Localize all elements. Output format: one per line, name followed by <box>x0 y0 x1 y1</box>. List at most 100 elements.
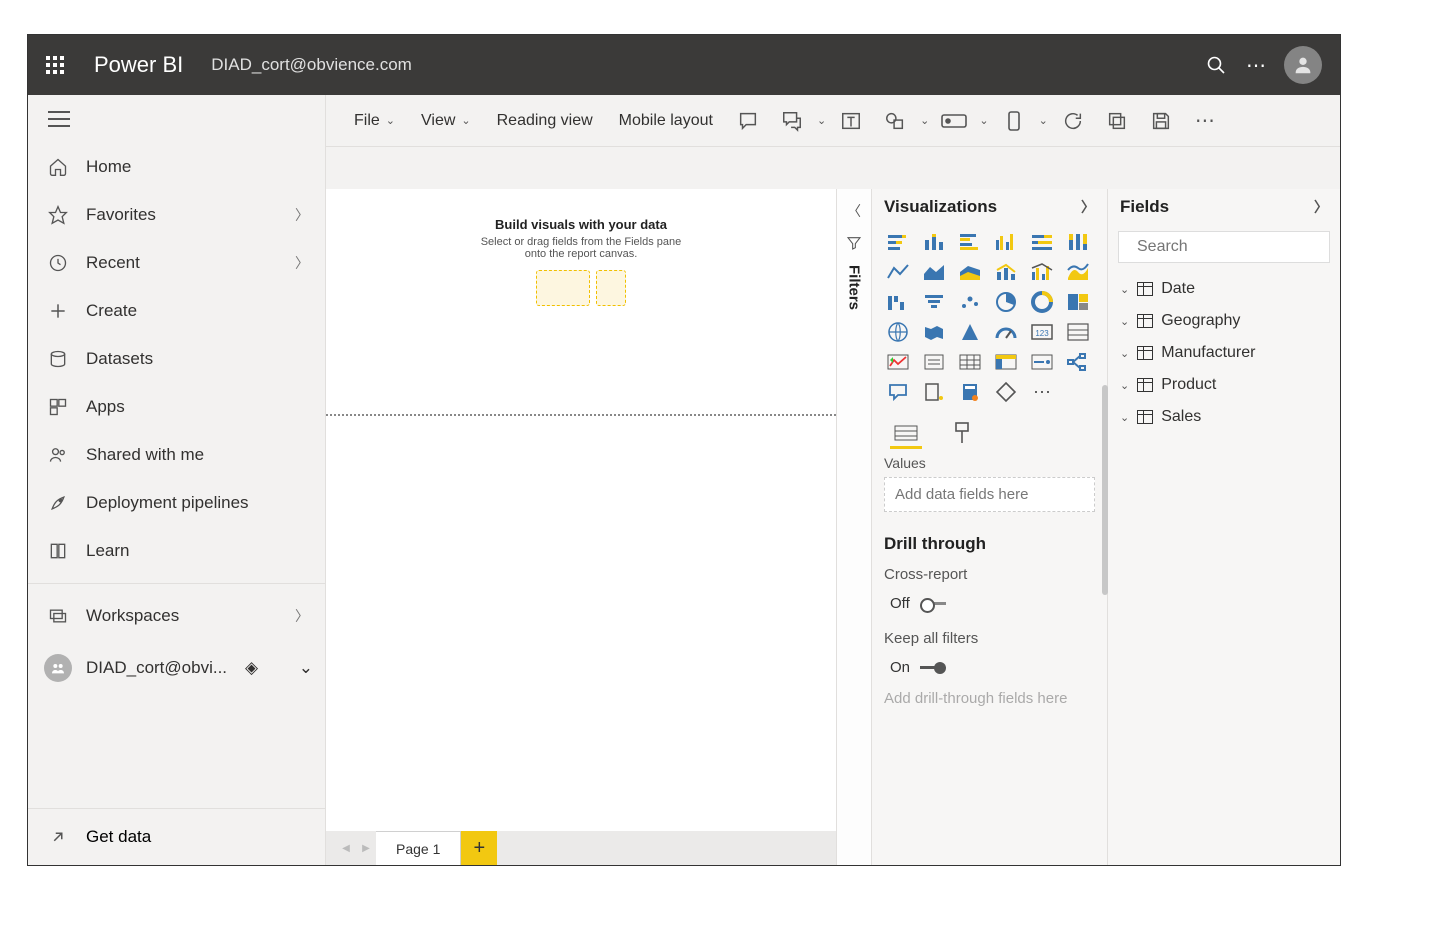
matrix-icon[interactable] <box>990 349 1022 375</box>
line-stacked-column-icon[interactable] <box>990 259 1022 285</box>
r-visual-icon[interactable] <box>1026 349 1058 375</box>
nav-toggle-button[interactable] <box>28 95 325 143</box>
current-workspace[interactable]: DIAD_cort@obvi... ◈ ⌄ <box>28 640 325 696</box>
textbox-icon[interactable] <box>832 102 870 140</box>
cross-report-toggle[interactable]: Off <box>872 591 1107 622</box>
values-dropzone[interactable]: Add data fields here <box>884 477 1095 512</box>
fields-search-input[interactable] <box>1137 238 1344 256</box>
button-icon[interactable] <box>935 102 973 140</box>
page-tab-1[interactable]: Page 1 <box>376 831 461 865</box>
clustered-bar-icon[interactable] <box>954 229 986 255</box>
mobile-layout-button[interactable]: Mobile layout <box>609 104 723 138</box>
save-icon[interactable] <box>1142 102 1180 140</box>
nav-favorites[interactable]: Favorites 〉 <box>28 191 325 239</box>
nav-pipelines[interactable]: Deployment pipelines <box>28 479 325 527</box>
refresh-icon[interactable] <box>1054 102 1092 140</box>
line-chart-icon[interactable] <box>882 259 914 285</box>
diamond-icon: ◈ <box>245 658 258 678</box>
area-chart-icon[interactable] <box>918 259 950 285</box>
chat-chart-icon[interactable] <box>773 102 811 140</box>
menu-view-label: View <box>421 112 455 130</box>
chevron-right-icon[interactable]: 〉 <box>1081 197 1095 217</box>
field-table-date[interactable]: ⌄Date <box>1108 273 1340 305</box>
funnel-icon[interactable] <box>918 289 950 315</box>
reading-view-button[interactable]: Reading view <box>487 104 603 138</box>
drill-fields-dropzone[interactable]: Add drill-through fields here <box>884 686 1095 707</box>
more-icon[interactable]: ⋯ <box>1236 45 1276 85</box>
field-table-sales[interactable]: ⌄Sales <box>1108 401 1340 433</box>
treemap-icon[interactable] <box>1062 289 1094 315</box>
account-label: DIAD_cort@obvience.com <box>211 55 412 75</box>
gauge-icon[interactable] <box>990 319 1022 345</box>
waterfall-icon[interactable] <box>882 289 914 315</box>
nav-workspaces[interactable]: Workspaces 〉 <box>28 592 325 640</box>
pie-icon[interactable] <box>990 289 1022 315</box>
toolbar-more-icon[interactable]: ⋯ <box>1186 102 1224 140</box>
chevron-right-icon[interactable]: 〉 <box>1314 197 1328 217</box>
shapes-icon[interactable] <box>876 102 914 140</box>
chevron-down-icon[interactable]: ⌄ <box>817 114 826 127</box>
menu-file-label: File <box>354 112 380 130</box>
fields-tab[interactable] <box>890 419 922 449</box>
line-clustered-column-icon[interactable] <box>1026 259 1058 285</box>
nav-home[interactable]: Home <box>28 143 325 191</box>
visual-icon[interactable] <box>995 102 1033 140</box>
app-launcher-icon[interactable] <box>46 56 64 74</box>
search-icon[interactable] <box>1196 45 1236 85</box>
python-visual-icon[interactable] <box>990 379 1022 405</box>
comment-icon[interactable] <box>729 102 767 140</box>
field-table-manufacturer[interactable]: ⌄Manufacturer <box>1108 337 1340 369</box>
get-more-visuals-icon[interactable]: ⋯ <box>1026 379 1058 405</box>
nav-learn[interactable]: Learn <box>28 527 325 575</box>
nav-recent[interactable]: Recent 〉 <box>28 239 325 287</box>
table-icon <box>1137 346 1153 360</box>
stacked-column-icon[interactable] <box>918 229 950 255</box>
kpi-icon[interactable] <box>882 349 914 375</box>
table-icon[interactable] <box>954 349 986 375</box>
card-icon[interactable]: 123 <box>1026 319 1058 345</box>
donut-icon[interactable] <box>1026 289 1058 315</box>
chevron-down-icon[interactable]: ⌄ <box>979 114 988 127</box>
scatter-icon[interactable] <box>954 289 986 315</box>
nav-create[interactable]: Create <box>28 287 325 335</box>
report-canvas[interactable]: Build visuals with your data Select or d… <box>326 189 836 416</box>
user-avatar[interactable] <box>1284 46 1322 84</box>
chevron-down-icon[interactable]: ⌄ <box>920 114 929 127</box>
format-tab[interactable] <box>946 419 978 449</box>
chevron-down-icon[interactable]: ⌄ <box>1039 114 1048 127</box>
nav-datasets[interactable]: Datasets <box>28 335 325 383</box>
qna-icon[interactable] <box>882 379 914 405</box>
paginated-report-icon[interactable] <box>954 379 986 405</box>
decomposition-tree-icon[interactable] <box>1062 349 1094 375</box>
duplicate-icon[interactable] <box>1098 102 1136 140</box>
fields-search[interactable] <box>1118 231 1330 263</box>
nav-get-data[interactable]: Get data <box>28 808 325 865</box>
add-page-button[interactable]: + <box>461 831 497 865</box>
page-prev-button[interactable]: ◀ <box>336 838 356 858</box>
nav-shared[interactable]: Shared with me <box>28 431 325 479</box>
clustered-column-icon[interactable] <box>990 229 1022 255</box>
field-table-geography[interactable]: ⌄Geography <box>1108 305 1340 337</box>
nav-apps[interactable]: Apps <box>28 383 325 431</box>
nav-workspaces-label: Workspaces <box>86 606 179 626</box>
chevron-right-icon: 〉 <box>295 253 309 273</box>
azure-map-icon[interactable] <box>954 319 986 345</box>
field-table-product[interactable]: ⌄Product <box>1108 369 1340 401</box>
home-icon <box>48 157 68 177</box>
filled-map-icon[interactable] <box>918 319 950 345</box>
hundred-stacked-column-icon[interactable] <box>1062 229 1094 255</box>
slicer-icon[interactable] <box>918 349 950 375</box>
page-next-button[interactable]: ▶ <box>356 838 376 858</box>
filters-pane-collapsed[interactable]: 〈 Filters <box>836 189 872 865</box>
ribbon-chart-icon[interactable] <box>1062 259 1094 285</box>
key-influencers-icon[interactable] <box>918 379 950 405</box>
menu-view[interactable]: View⌄ <box>411 104 481 138</box>
hundred-stacked-bar-icon[interactable] <box>1026 229 1058 255</box>
stacked-area-icon[interactable] <box>954 259 986 285</box>
menu-file[interactable]: File⌄ <box>344 104 405 138</box>
multirow-card-icon[interactable] <box>1062 319 1094 345</box>
keep-filters-toggle[interactable]: On <box>872 655 1107 686</box>
stacked-bar-icon[interactable] <box>882 229 914 255</box>
scrollbar-thumb[interactable] <box>1102 385 1108 595</box>
map-icon[interactable] <box>882 319 914 345</box>
